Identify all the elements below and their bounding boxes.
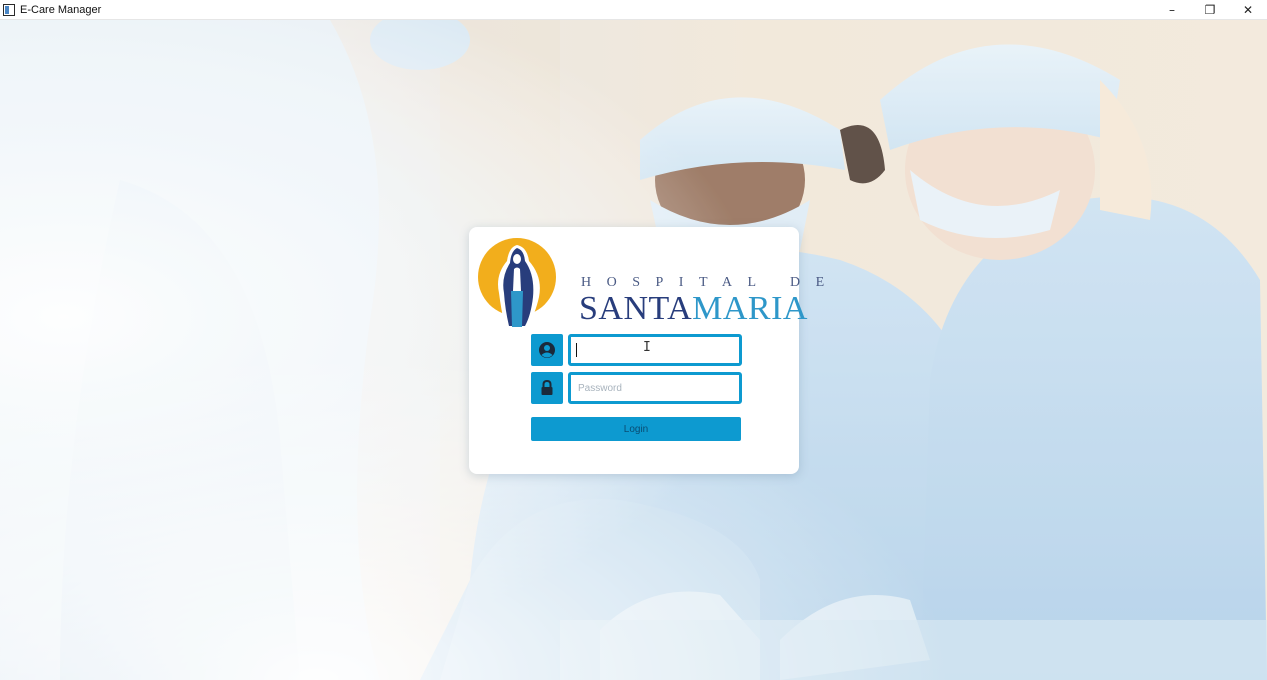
username-row	[531, 334, 742, 366]
username-input[interactable]	[568, 334, 742, 366]
madonna-emblem-icon	[478, 238, 556, 327]
app-icon	[3, 3, 15, 16]
logo-santa-text: SANTA	[579, 290, 693, 327]
logo-santamaria-text: SANTAMARIA	[579, 289, 808, 329]
lock-icon	[531, 372, 563, 404]
password-input[interactable]	[568, 372, 742, 404]
window-title: E-Care Manager	[20, 3, 102, 16]
minimize-button[interactable]: –	[1153, 0, 1191, 20]
password-row	[531, 372, 742, 404]
restore-button[interactable]: ❐	[1191, 0, 1229, 20]
text-caret	[576, 343, 577, 357]
hospital-logo: HOSPITAL DE SANTAMARIA	[477, 235, 824, 330]
app-window: E-Care Manager – ❐ ✕ HOSPITAL DE SANTAMA…	[0, 0, 1267, 680]
close-button[interactable]: ✕	[1229, 0, 1267, 20]
login-button[interactable]: Login	[531, 417, 741, 441]
login-background: HOSPITAL DE SANTAMARIA Login I	[0, 20, 1267, 680]
title-bar[interactable]: E-Care Manager – ❐ ✕	[0, 0, 1267, 20]
mouse-ibeam-cursor: I	[643, 340, 651, 355]
login-card: HOSPITAL DE SANTAMARIA Login I	[469, 227, 824, 474]
logo-maria-text: MARIA	[692, 290, 808, 327]
user-icon	[531, 334, 563, 366]
window-controls: – ❐ ✕	[1153, 0, 1267, 20]
